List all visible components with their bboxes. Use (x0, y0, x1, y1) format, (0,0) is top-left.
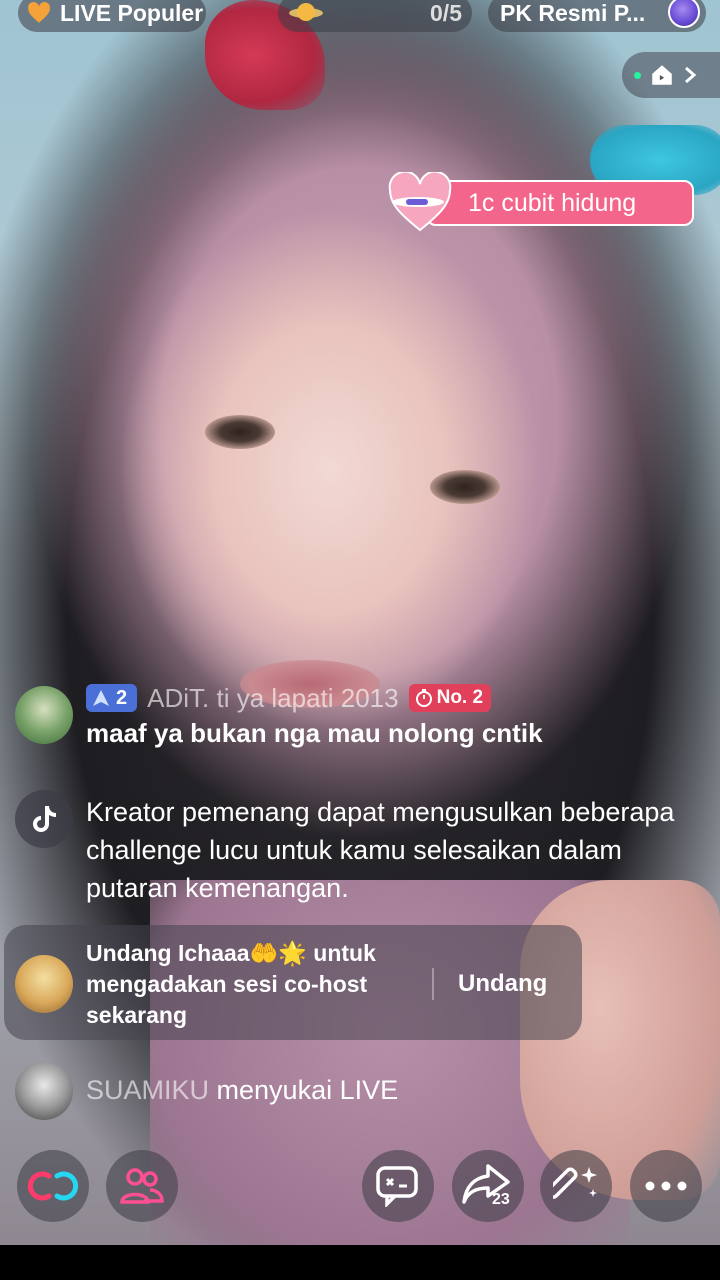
chevron-right-icon (685, 66, 697, 84)
tiktok-logo-icon (33, 806, 56, 832)
live-popular-pill[interactable]: LIVE Populer (18, 0, 206, 32)
liker-avatar[interactable] (15, 1062, 73, 1120)
pk-official-pill[interactable]: PK Resmi P... (488, 0, 706, 32)
liker-username[interactable]: SUAMIKU (86, 1075, 209, 1105)
pk-label: PK Resmi P... (500, 0, 646, 26)
bottom-strip (0, 1245, 720, 1280)
people-icon (120, 1168, 164, 1204)
more-button[interactable] (630, 1150, 702, 1222)
hands-emoji-icon: 🤲 (249, 940, 279, 966)
comment-button[interactable] (362, 1150, 434, 1222)
multi-guest-button[interactable] (17, 1150, 89, 1222)
eye-right (430, 470, 500, 504)
live-dot-icon (634, 71, 641, 79)
star-emoji-icon: 🌟 (278, 940, 307, 966)
level-badge: 2 (86, 684, 138, 712)
home-icon (652, 65, 672, 85)
commenter-avatar[interactable] (15, 686, 73, 744)
planet-icon (289, 3, 323, 21)
chat-bubble-icon (376, 1166, 418, 1207)
share-button[interactable]: 23 (452, 1150, 524, 1222)
invite-text-start: Undang Ichaaa (86, 940, 250, 966)
system-message: Kreator pemenang dapat mengusulkan beber… (86, 797, 675, 903)
comment-text: maaf ya bukan nga mau nolong cntik (86, 718, 543, 748)
more-dots-icon (645, 1181, 687, 1191)
rank-label: No. 2 (436, 687, 484, 708)
favorite-counter-pill[interactable]: 0/5 (278, 0, 472, 32)
cohost-button[interactable] (106, 1150, 178, 1222)
like-action-text: menyukai LIVE (209, 1075, 399, 1105)
magic-wand-icon (553, 1167, 597, 1199)
eye-left (205, 415, 275, 449)
gift-banner-tag: 1c cubit hidung (426, 180, 694, 226)
heart-icon (28, 2, 50, 23)
effects-button[interactable] (540, 1150, 612, 1222)
stopwatch-icon (415, 689, 432, 707)
gift-banner[interactable]: 1c cubit hidung (380, 172, 696, 234)
link-rings-icon (27, 1171, 79, 1201)
favorite-count: 0/5 (430, 0, 462, 26)
invite-button[interactable]: Undang (458, 970, 547, 998)
level-arrow-icon (93, 690, 109, 706)
live-popular-label: LIVE Populer (60, 0, 204, 26)
share-count: 23 (492, 1191, 510, 1208)
home-controls[interactable] (622, 52, 720, 98)
tiktok-system-avatar (15, 790, 73, 848)
level-number: 2 (116, 686, 128, 709)
like-event: SUAMIKU menyukai LIVE (86, 1075, 398, 1106)
rank-badge: No. 2 (408, 684, 492, 712)
commenter-username[interactable]: ADiT. ti ya lapati 2013 (147, 683, 398, 714)
comment-header: 2 ADiT. ti ya lapati 2013 No. 2 (86, 683, 492, 714)
invitee-avatar[interactable] (15, 955, 73, 1013)
gift-banner-text: 1c cubit hidung (468, 188, 637, 217)
pk-avatar (668, 0, 700, 28)
heart-plane-icon (388, 172, 452, 232)
invite-divider (432, 968, 434, 1000)
invite-text: Undang Ichaaa🤲🌟 untuk mengadakan sesi co… (86, 938, 426, 1031)
